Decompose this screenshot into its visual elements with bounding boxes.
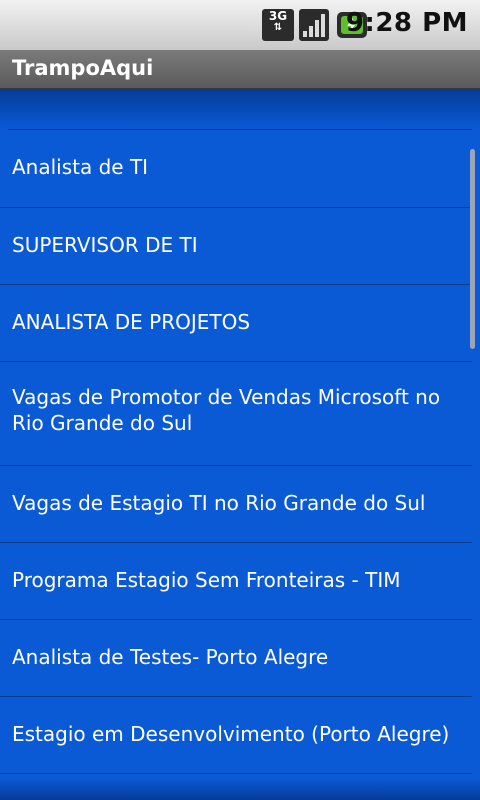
job-list-item[interactable]: Analista de TI (0, 130, 472, 208)
status-bar: 3G ⇅ 9:28 PM (0, 0, 480, 51)
job-title: ANALISTA DE PROJETOS (12, 310, 251, 334)
job-list-item[interactable]: Vagas de Estagio TI no Rio Grande do Sul (0, 466, 472, 543)
job-list-item[interactable]: Analista de Testes- Porto Alegre (0, 620, 472, 697)
signal-strength-icon (299, 9, 329, 41)
app-title-bar: TrampoAqui (0, 50, 480, 89)
job-title: Programa Estagio Sem Fronteiras - TIM (12, 568, 401, 592)
clock: 9:28 PM (345, 8, 468, 38)
job-title: Vagas de Promotor de Vendas Microsoft no… (12, 385, 441, 435)
app-title: TrampoAqui (12, 56, 154, 80)
job-title: Analista de Testes- Porto Alegre (12, 645, 329, 669)
job-list-item[interactable]: SUPERVISOR DE TI (0, 208, 472, 285)
list-bottom-fade (0, 778, 480, 800)
job-list-item[interactable]: Estagio em Desenvolvimento (Porto Alegre… (0, 697, 472, 774)
data-arrows-icon: ⇅ (273, 22, 283, 33)
job-title: Analista de TI (12, 155, 149, 179)
job-list[interactable]: Analista de TI SUPERVISOR DE TI ANALISTA… (0, 89, 480, 800)
3g-network-icon: 3G ⇅ (262, 9, 294, 41)
network-type-label: 3G (268, 9, 288, 23)
app-screen: 3G ⇅ 9:28 PM TrampoAqui Analista de TI S… (0, 0, 480, 800)
job-title: Vagas de Estagio TI no Rio Grande do Sul (12, 491, 426, 515)
job-list-item[interactable]: Vagas de Promotor de Vendas Microsoft no… (0, 362, 472, 466)
job-title: Estagio em Desenvolvimento (Porto Alegre… (12, 722, 450, 746)
job-list-item[interactable]: ANALISTA DE PROJETOS (0, 285, 472, 362)
job-list-item[interactable]: Programa Estagio Sem Fronteiras - TIM (0, 543, 472, 620)
job-title: SUPERVISOR DE TI (12, 233, 198, 257)
list-scrollbar[interactable] (470, 149, 475, 349)
list-top-fade (0, 89, 480, 129)
